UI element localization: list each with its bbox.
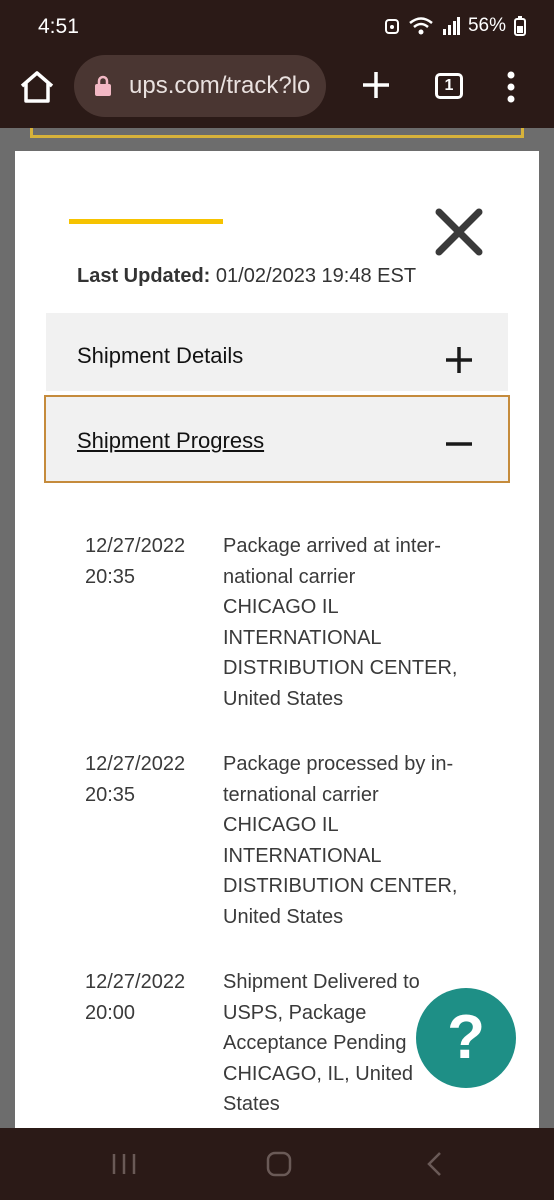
event-description: Package processed by in- ternational car…	[223, 749, 473, 932]
event-line: CHICAGO IL	[223, 814, 339, 836]
status-time: 4:51	[38, 15, 79, 38]
browser-toolbar: ups.com/track?lo 1	[0, 54, 554, 128]
plus-icon	[446, 347, 472, 373]
event-date: 12/27/2022	[85, 535, 186, 557]
more-menu-icon[interactable]	[500, 70, 522, 104]
event-time: 20:35	[85, 783, 136, 806]
last-updated-value: 01/02/2023 19:48 EST	[215, 265, 417, 287]
shipment-details-title: Shipment Details	[77, 343, 244, 368]
signal-icon	[442, 17, 460, 35]
event-time: 20:35	[85, 565, 136, 588]
event-line: national carrier	[223, 565, 356, 588]
event-line: INTERNATIONAL	[223, 844, 382, 867]
event-line: Package arrived at inter-	[223, 535, 441, 557]
event-date: 12/27/2022	[85, 971, 186, 993]
event-time: 20:00	[85, 1001, 136, 1024]
new-tab-icon[interactable]	[360, 69, 392, 101]
shipment-details-accordion[interactable]: Shipment Details	[46, 313, 508, 391]
system-nav-bar	[0, 1128, 554, 1200]
status-icons: 56%	[384, 15, 526, 37]
event-line: CHICAGO IL	[223, 596, 339, 618]
battery-percent: 56%	[467, 15, 506, 36]
help-button[interactable]: ?	[416, 988, 516, 1088]
shipment-progress-title: Shipment Progress	[77, 428, 265, 453]
url-bar[interactable]: ups.com/track?lo	[74, 55, 326, 117]
event-timestamp: 12/27/2022 20:35	[85, 749, 223, 932]
event-description: Package arrived at inter- national carri…	[223, 531, 473, 714]
wifi-icon	[409, 17, 433, 35]
event-line: Package processed by in-	[223, 753, 454, 775]
battery-icon	[514, 16, 526, 36]
minus-icon	[446, 442, 472, 446]
event-line: DISTRIBUTION CENTER,	[223, 875, 458, 897]
progress-event: 12/27/2022 20:35 Package processed by in…	[85, 749, 505, 932]
recent-apps-icon[interactable]	[110, 1150, 138, 1178]
event-timestamp: 12/27/2022 20:35	[85, 531, 223, 714]
lock-icon	[95, 75, 111, 96]
back-icon[interactable]	[424, 1150, 444, 1178]
event-line: ternational carrier	[223, 783, 379, 806]
background-page-edge	[30, 128, 524, 138]
shipment-progress-accordion[interactable]: Shipment Progress	[44, 395, 510, 483]
event-date: 12/27/2022	[85, 753, 186, 775]
home-icon[interactable]	[18, 68, 56, 106]
tab-switcher-button[interactable]: 1	[435, 73, 463, 99]
progress-event: 12/27/2022 20:35 Package arrived at inte…	[85, 531, 505, 714]
close-icon[interactable]	[433, 206, 485, 258]
status-bar: 4:51 56%	[0, 0, 554, 54]
event-line: INTERNATIONAL	[223, 626, 382, 649]
event-timestamp: 12/27/2022 20:00	[85, 967, 223, 1120]
event-line: United States	[223, 687, 344, 710]
event-line: Shipment Delivered to	[223, 971, 420, 993]
last-updated: Last Updated: 01/02/2023 19:48 EST	[77, 265, 416, 288]
url-text: ups.com/track?lo	[129, 72, 311, 99]
accent-bar	[69, 219, 223, 224]
event-line: United States	[223, 905, 344, 928]
last-updated-label: Last Updated:	[77, 265, 211, 287]
home-nav-icon[interactable]	[265, 1150, 293, 1178]
alarm-icon	[384, 19, 399, 34]
event-line: DISTRIBUTION CENTER,	[223, 657, 458, 679]
event-line: States	[223, 1093, 280, 1115]
tracking-modal: Last Updated: 01/02/2023 19:48 EST Shipm…	[15, 151, 539, 1131]
